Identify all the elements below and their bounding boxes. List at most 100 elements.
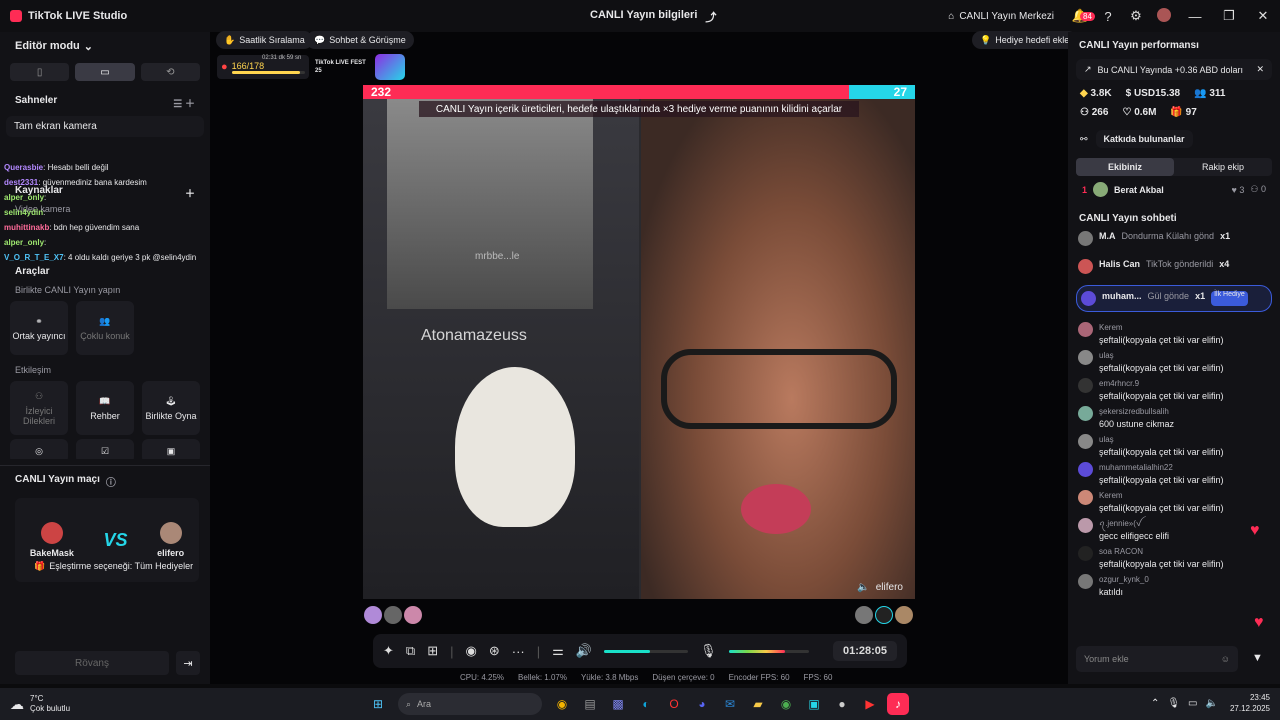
- gifts-stat: 🎁 97: [1170, 107, 1197, 118]
- avatar: [1078, 546, 1093, 561]
- mic-icon[interactable]: 🎙: [700, 643, 717, 659]
- hourly-ranking-chip[interactable]: ✋ Saatlik Sıralama: [216, 31, 313, 49]
- chat-text: şeftali(kopyala çet tiki var elifin): [1099, 335, 1224, 345]
- notif-badge: 84: [1080, 12, 1095, 21]
- viewers-stat: 👥 311: [1194, 88, 1226, 99]
- volume-icon[interactable]: 🔊: [576, 643, 592, 659]
- tab-team[interactable]: Ekibiniz: [1076, 158, 1174, 176]
- heart-icon: ♥: [1250, 522, 1260, 539]
- weather-widget[interactable]: ☁ 7°C Çok bulutlu: [0, 694, 300, 714]
- editor-mode-dropdown[interactable]: Editör modu ⌄: [0, 32, 210, 61]
- chrome-profile-icon[interactable]: ◉: [775, 693, 797, 715]
- windows-start-icon[interactable]: ⊞: [367, 693, 389, 715]
- maximize-icon[interactable]: ❐: [1212, 8, 1246, 24]
- tiktok-studio-icon[interactable]: ♪: [887, 693, 909, 715]
- comment-input[interactable]: Yorum ekle ☺: [1076, 646, 1238, 672]
- box-icon[interactable]: ▣: [142, 439, 200, 459]
- live-duration: 01:28:05: [832, 641, 897, 661]
- checkbox-icon[interactable]: ☑: [76, 439, 134, 459]
- battle-score-bar: 232 27: [363, 85, 915, 99]
- avatar: [1078, 462, 1093, 477]
- filter-icon[interactable]: ▼: [1252, 652, 1263, 664]
- notifications-button[interactable]: 🔔84: [1066, 8, 1095, 24]
- landscape-icon[interactable]: ▭: [75, 63, 135, 81]
- exit-icon[interactable]: ⇥: [176, 651, 200, 675]
- score-left: 232: [371, 85, 392, 99]
- scene-item[interactable]: Tam ekran kamera: [6, 116, 204, 137]
- table-row: 1 Berat Akbal ♥ 3 ⚇ 0: [1068, 176, 1280, 203]
- guide-tile[interactable]: 📖 Rehber: [76, 381, 134, 435]
- volume-slider[interactable]: [603, 649, 688, 653]
- list-item: Querasbie: Hesabı belli değil: [4, 163, 109, 172]
- effects-icon[interactable]: ⧉: [406, 643, 415, 659]
- avatar[interactable]: [1150, 7, 1178, 25]
- hand-icon: ✋: [224, 34, 236, 45]
- chat-call-chip[interactable]: 💬 Sohbet & Görüşme: [306, 31, 414, 49]
- chevron-up-icon[interactable]: ⌃: [1151, 698, 1159, 709]
- magic-wand-icon[interactable]: ✦: [383, 643, 394, 659]
- list-item: selin4ydin:: [4, 208, 46, 217]
- edge-icon[interactable]: ◐: [635, 693, 657, 715]
- right-panel: CANLI Yayın performansı ↗ Bu CANLI Yayınd…: [1068, 32, 1280, 684]
- github-icon[interactable]: ●: [831, 693, 853, 715]
- chat-message: em4rhncr.9 şeftali(kopyala çet tiki var e…: [1068, 376, 1280, 404]
- files-icon[interactable]: ▤: [579, 693, 601, 715]
- list-item: muhittinakb: bdn hep güvendim sana: [4, 223, 140, 232]
- discord-icon[interactable]: ◕: [691, 693, 713, 715]
- more-icon[interactable]: ···: [512, 644, 525, 659]
- gift-row: M.A Dondurma Külahı gönd x1: [1068, 228, 1280, 249]
- gift-icon: 🎁: [34, 561, 46, 571]
- help-icon[interactable]: ⓘ: [106, 474, 116, 489]
- gift-goal-chip[interactable]: 💡 Hediye hedefi ekle: [972, 31, 1078, 49]
- close-icon[interactable]: ✕: [1256, 64, 1264, 75]
- mail-icon[interactable]: ✉: [719, 693, 741, 715]
- gear-icon[interactable]: ⚙: [1122, 8, 1150, 24]
- live-center-button[interactable]: ⌂ CANLI Yayın Merkezi: [948, 11, 1054, 22]
- rematch-button[interactable]: Rövanş: [15, 651, 169, 675]
- match-option[interactable]: 🎁 Eşleştirme seçeneği: Tüm Hediyeler: [34, 561, 193, 572]
- likes-stat: ♡ 0.6M: [1122, 107, 1157, 118]
- rotate-icon[interactable]: ⟲: [140, 63, 200, 81]
- display-icon[interactable]: ▭: [1188, 698, 1197, 709]
- speaker-icon[interactable]: 🔈: [1206, 698, 1218, 709]
- video-preview: mrbbe...le Atonamazeuss 🔈 elifero 232 27 C…: [363, 85, 915, 599]
- minimize-icon[interactable]: —: [1178, 9, 1212, 24]
- search-input[interactable]: ⌕ Ara: [398, 693, 542, 715]
- folder-icon[interactable]: ▰: [747, 693, 769, 715]
- live-info-link[interactable]: CANLI Yayın bilgileri ⤴: [590, 9, 716, 25]
- youtube-icon[interactable]: ▶: [859, 693, 881, 715]
- chat-message: şekersizredbullsalih 600 ustune cikmaz: [1068, 404, 1280, 432]
- settings-sliders-icon[interactable]: ⚌: [552, 643, 564, 659]
- layout-toggle[interactable]: ▯ ▭ ⟲: [10, 63, 200, 81]
- chat-user: soa RACON: [1099, 547, 1144, 556]
- avatar: [1078, 406, 1093, 421]
- overlay-chat: Querasbie: Hesabı belli değil dest2331: …: [4, 160, 210, 265]
- opera-icon[interactable]: O: [663, 693, 685, 715]
- add-media-icon[interactable]: ⊞: [427, 643, 438, 659]
- target-icon[interactable]: ◎: [10, 439, 68, 459]
- tab-opponent[interactable]: Rakip ekip: [1174, 158, 1272, 176]
- taskbar: ☁ 7°C Çok bulutlu ⊞ ⌕ Ara ◉ ▤ ▩ ◐ O ◕ ✉ ▰ …: [0, 688, 1280, 720]
- chrome-icon[interactable]: ◉: [551, 693, 573, 715]
- teams-icon[interactable]: ▩: [607, 693, 629, 715]
- fest-label: TikTok LIVE FEST 25: [315, 60, 366, 74]
- camera-flip-icon[interactable]: ⊛: [489, 643, 500, 659]
- app-icon[interactable]: ▣: [803, 693, 825, 715]
- mic-icon[interactable]: 🎙: [1167, 698, 1180, 709]
- viewer-requests-tile[interactable]: ⚇ İzleyici Dilekleri: [10, 381, 68, 435]
- close-icon[interactable]: ✕: [1246, 8, 1280, 24]
- clock[interactable]: 23:45 27.12.2025: [1230, 692, 1270, 714]
- play-together-tile[interactable]: 🕹 Birlikte Oyna: [142, 381, 200, 435]
- multi-guest-tile[interactable]: 👥 Çoklu konuk: [76, 301, 134, 355]
- mic-level-meter[interactable]: [728, 649, 809, 653]
- contributors-button[interactable]: Katkıda bulunanlar: [1095, 130, 1193, 148]
- help-icon[interactable]: ?: [1094, 9, 1122, 24]
- list-add-icons[interactable]: ☰ ＋: [173, 95, 195, 110]
- chat-message: ꪖ.jennie»(ꪜ gecc elifigecc elifi: [1068, 516, 1280, 544]
- cohost-tile[interactable]: ⚭ Ortak yayıncı: [10, 301, 68, 355]
- portrait-icon[interactable]: ▯: [10, 63, 70, 81]
- stats-bar: CPU: 4.25% Bellek: 1.07% Yükle: 3.8 Mbps Dü…: [460, 673, 833, 682]
- list-item: alper_only:: [4, 238, 47, 247]
- contributors-icon: ⚯: [1080, 133, 1088, 144]
- record-icon[interactable]: ◉: [466, 643, 477, 659]
